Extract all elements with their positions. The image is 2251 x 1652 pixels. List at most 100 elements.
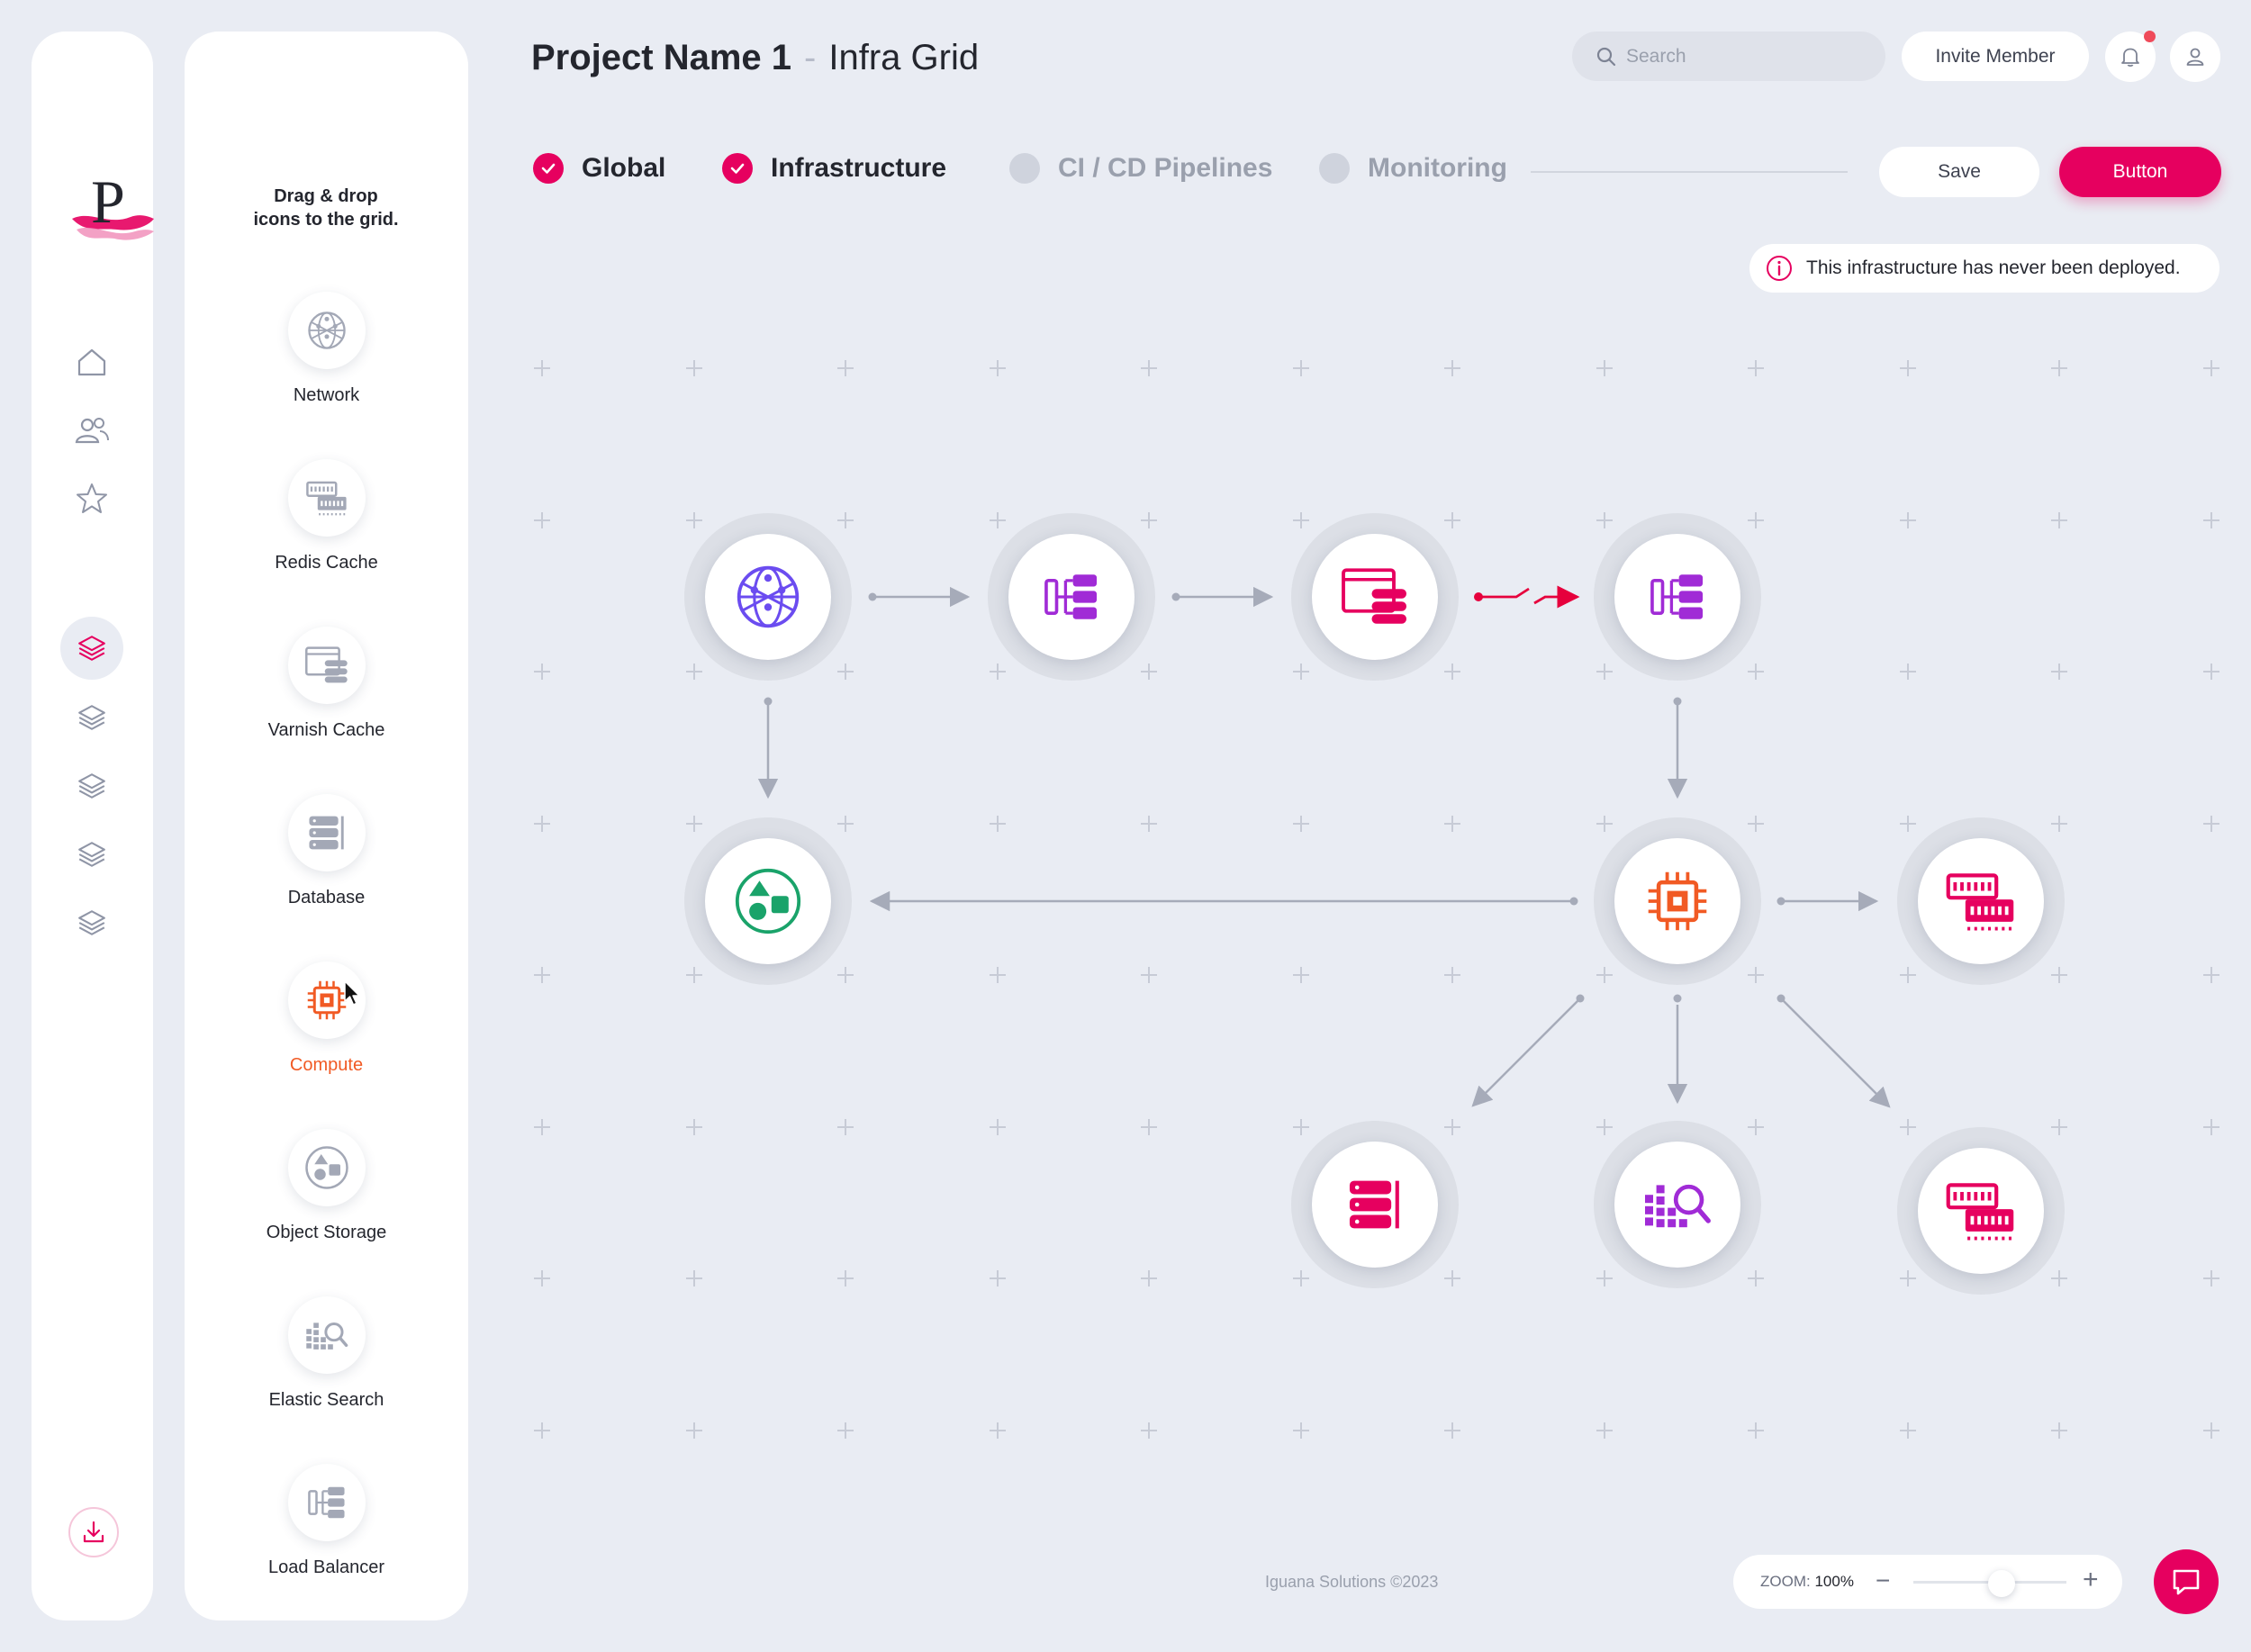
grid-cross [1141,512,1157,528]
zoom-out-button[interactable]: − [1876,1566,1890,1595]
grid-cross [2203,360,2219,376]
node-compute[interactable] [1594,817,1761,985]
grid-cross [1141,1422,1157,1439]
grid-cross [686,1119,702,1135]
grid-cross [1293,664,1309,680]
grid-cross [534,1270,550,1286]
grid-cross [1596,1119,1613,1135]
grid-cross [2051,360,2067,376]
object-storage-icon [734,867,802,935]
grid-cross [837,967,854,983]
grid-cross [1141,816,1157,832]
grid-cross [1900,1119,1916,1135]
zoom-control: ZOOM: 100% − + [1733,1555,2122,1609]
node-varnish-cache[interactable] [1291,513,1459,681]
grid-cross [1748,512,1764,528]
copyright-text: Iguana Solutions ©2023 [1265,1573,1439,1591]
grid-cross [990,1270,1006,1286]
grid-cross [686,1422,702,1439]
node-redis-cache[interactable] [1897,1127,2065,1295]
grid-cross [1293,1422,1309,1439]
connector-arrow [1780,998,1891,1108]
grid-cross [1900,1422,1916,1439]
search-analytics-icon [1641,1172,1713,1237]
grid-cross [1596,816,1613,832]
memory-icon [1943,870,2019,933]
grid-cross [1293,1270,1309,1286]
grid-cross [837,360,854,376]
grid-cross [837,816,854,832]
grid-cross [686,967,702,983]
grid-cross [1444,1270,1460,1286]
grid-cross [2051,512,2067,528]
grid-cross [1444,664,1460,680]
grid-cross [1748,816,1764,832]
zoom-in-button[interactable]: + [2083,1565,2099,1595]
node-load-balancer[interactable] [1594,513,1761,681]
grid-cross [837,1422,854,1439]
grid-cross [990,967,1006,983]
connector-arrow [1471,998,1581,1107]
chat-button[interactable] [2154,1549,2219,1614]
node-database[interactable] [1291,1121,1459,1288]
grid-cross [2203,816,2219,832]
load-balancer-icon [1648,567,1707,627]
grid-cross [1748,664,1764,680]
grid-cross [1596,360,1613,376]
infra-grid-canvas[interactable] [0,0,2251,1652]
broken-connector[interactable] [1474,589,1578,603]
load-balancer-icon [1042,567,1101,627]
grid-cross [1141,1270,1157,1286]
node-elastic-search[interactable] [1594,1121,1761,1288]
grid-cross [990,816,1006,832]
grid-cross [1293,1119,1309,1135]
database-icon [1345,1175,1405,1234]
node-object-storage[interactable] [684,817,852,985]
grid-cross [2051,967,2067,983]
grid-cross [1293,816,1309,832]
node-redis-cache[interactable] [1897,817,2065,985]
grid-cross [1444,360,1460,376]
zoom-value: 100% [1814,1573,1854,1590]
grid-cross [2051,1119,2067,1135]
grid-cross [2051,1270,2067,1286]
zoom-slider-handle[interactable] [1988,1570,2015,1597]
node-load-balancer[interactable] [988,513,1155,681]
grid-cross [1141,967,1157,983]
grid-cross [534,967,550,983]
grid-cross [2203,1270,2219,1286]
grid-cross [1444,967,1460,983]
grid-cross [534,360,550,376]
grid-cross [686,360,702,376]
grid-cross [1748,1119,1764,1135]
cache-icon [1340,565,1410,628]
grid-cross [534,1422,550,1439]
zoom-label: ZOOM: 100% [1760,1573,1854,1590]
grid-cross [534,512,550,528]
grid-cross [1900,1270,1916,1286]
network-icon [734,563,802,631]
grid-cross [1293,512,1309,528]
grid-cross [1141,1119,1157,1135]
grid-cross [1596,664,1613,680]
chat-icon [2173,1569,2200,1595]
grid-cross [2051,816,2067,832]
node-network[interactable] [684,513,852,681]
grid-cross [990,1422,1006,1439]
grid-cross [837,512,854,528]
grid-cross [837,1270,854,1286]
grid-cross [686,512,702,528]
grid-cross [1444,1119,1460,1135]
grid-cross [837,1119,854,1135]
grid-cross [1900,816,1916,832]
grid-cross [1596,512,1613,528]
grid-cross [1444,512,1460,528]
grid-cross [1596,967,1613,983]
grid-cross [686,816,702,832]
grid-cross [1293,967,1309,983]
grid-cross [1444,816,1460,832]
grid-cross [1900,512,1916,528]
grid-cross [686,1270,702,1286]
grid-cross [1141,360,1157,376]
grid-cross [1900,967,1916,983]
